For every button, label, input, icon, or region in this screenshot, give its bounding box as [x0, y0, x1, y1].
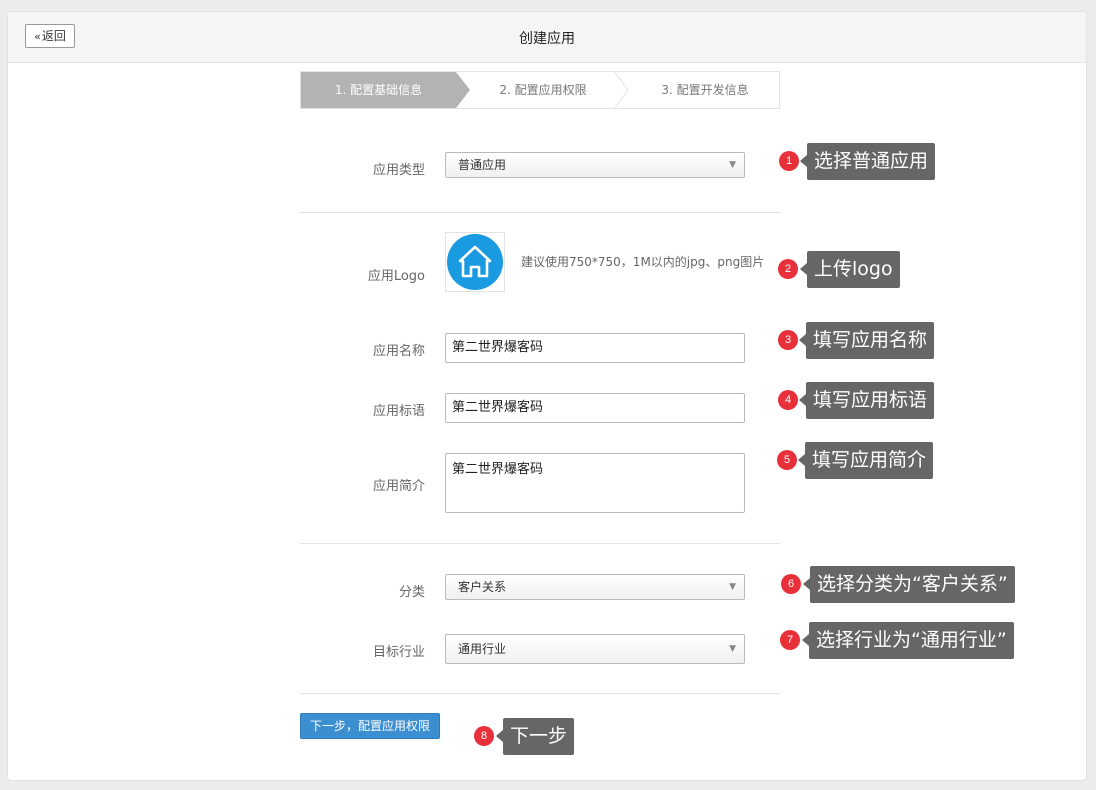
annotation-callout-6: 选择分类为“客户关系”	[803, 566, 1015, 603]
step-1[interactable]: 1. 配置基础信息	[301, 72, 456, 108]
caret-down-icon: ▼	[729, 160, 736, 170]
logo-upload[interactable]	[445, 232, 505, 292]
annotation-badge-8: 8	[474, 726, 494, 746]
caret-down-icon: ▼	[729, 582, 736, 592]
app-slogan-input[interactable]: 第二世界爆客码	[445, 393, 745, 423]
annotation-badge-3: 3	[778, 330, 798, 350]
step-2[interactable]: 2. 配置应用权限	[473, 72, 613, 108]
app-name-input[interactable]: 第二世界爆客码	[445, 333, 745, 363]
divider	[300, 212, 780, 213]
page-title: 创建应用	[519, 31, 575, 47]
next-step-button[interactable]: 下一步，配置应用权限	[300, 713, 440, 739]
step-indicator: 1. 配置基础信息 2. 配置应用权限 3. 配置开发信息	[300, 71, 780, 109]
divider	[300, 693, 780, 694]
annotation-callout-8: 下一步	[495, 718, 575, 755]
app-intro-textarea[interactable]: 第二世界爆客码	[445, 453, 745, 513]
app-type-value: 普通应用	[458, 158, 507, 172]
annotation-callout-7: 选择行业为“通用行业”	[802, 622, 1014, 659]
industry-label: 目标行业	[372, 645, 425, 660]
caret-down-icon: ▼	[729, 644, 736, 654]
annotation-callout-5: 填写应用简介	[797, 442, 934, 479]
industry-value: 通用行业	[458, 642, 507, 656]
annotation-callout-3: 填写应用名称	[798, 322, 935, 359]
logo-hint: 建议使用750*750，1M以内的jpg、png图片	[521, 255, 765, 269]
divider	[300, 543, 780, 544]
annotation-badge-6: 6	[781, 574, 801, 594]
step-1-arrow	[456, 72, 470, 108]
annotation-badge-2: 2	[778, 259, 798, 279]
app-type-label: 应用类型	[372, 163, 425, 178]
app-type-select[interactable]: 普通应用 ▼	[445, 152, 745, 178]
annotation-badge-1: 1	[779, 151, 799, 171]
category-select[interactable]: 客户关系 ▼	[445, 574, 745, 600]
category-label: 分类	[398, 585, 425, 600]
annotation-badge-7: 7	[780, 630, 800, 650]
industry-select[interactable]: 通用行业 ▼	[445, 634, 745, 664]
step-2-arrow	[615, 72, 629, 108]
annotation-badge-5: 5	[777, 450, 797, 470]
annotation-callout-4: 填写应用标语	[798, 382, 935, 419]
app-slogan-label: 应用标语	[372, 404, 425, 419]
category-value: 客户关系	[458, 580, 507, 594]
annotation-badge-4: 4	[778, 390, 798, 410]
app-intro-label: 应用简介	[372, 479, 425, 494]
annotation-callout-1: 选择普通应用	[799, 143, 936, 180]
annotation-callout-2: 上传logo	[800, 251, 900, 288]
step-3[interactable]: 3. 配置开发信息	[631, 72, 779, 108]
app-name-label: 应用名称	[372, 344, 425, 359]
app-logo-label: 应用Logo	[367, 269, 425, 284]
page-header: «返回 创建应用	[8, 12, 1086, 63]
house-icon	[447, 234, 503, 290]
